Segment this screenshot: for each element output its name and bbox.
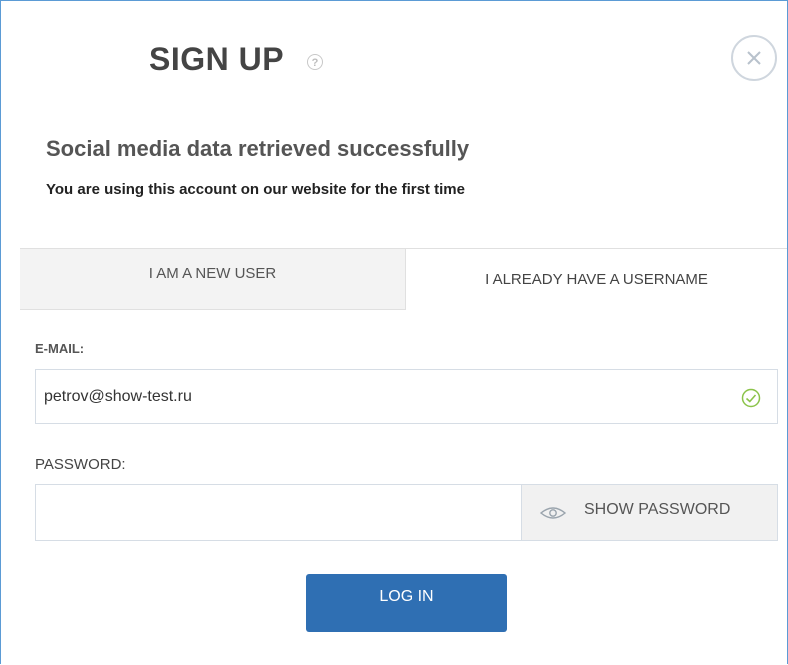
close-button[interactable]: [731, 35, 777, 81]
email-value: petrov@show-test.ru: [44, 388, 192, 405]
dialog-header: SIGN UP ?: [1, 1, 787, 101]
login-button[interactable]: LOG IN: [306, 574, 507, 632]
check-circle-icon: [741, 388, 761, 408]
email-label: E-MAIL:: [35, 341, 85, 356]
close-icon: [747, 51, 761, 65]
tab-existing-user[interactable]: I ALREADY HAVE A USERNAME: [406, 248, 787, 310]
email-field[interactable]: petrov@show-test.ru: [35, 369, 778, 424]
tab-new-user[interactable]: I AM A NEW USER: [20, 248, 406, 310]
password-label: PASSWORD:: [35, 456, 126, 473]
dialog-title: SIGN UP: [149, 41, 285, 77]
signup-dialog: SIGN UP ? Social media data retrieved su…: [0, 0, 788, 664]
status-sub-message: You are using this account on our websit…: [46, 181, 465, 198]
eye-icon: [540, 507, 566, 519]
show-password-button[interactable]: SHOW PASSWORD: [521, 484, 778, 541]
auth-tabs: I AM A NEW USER I ALREADY HAVE A USERNAM…: [20, 248, 787, 311]
status-message: Social media data retrieved successfully: [46, 136, 470, 161]
question-icon[interactable]: ?: [307, 54, 323, 70]
show-password-label: SHOW PASSWORD: [584, 501, 731, 518]
password-field[interactable]: [35, 484, 521, 541]
